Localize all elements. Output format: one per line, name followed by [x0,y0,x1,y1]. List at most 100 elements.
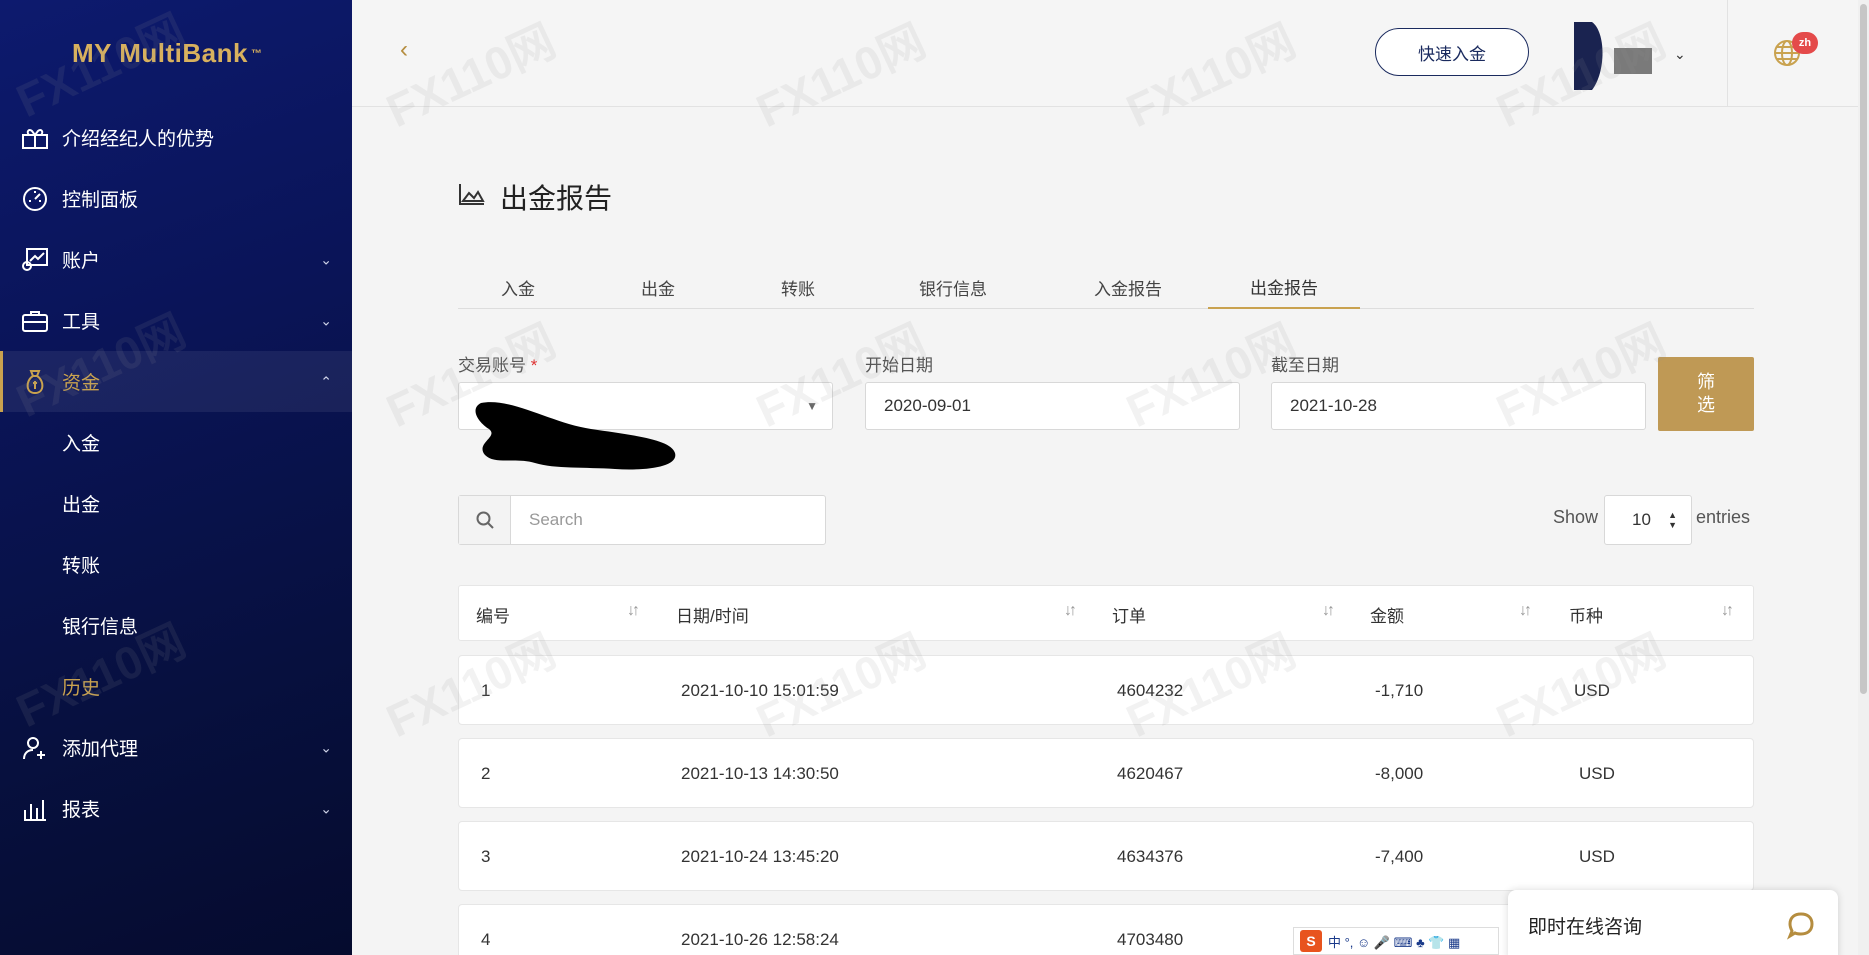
tab-transfer[interactable]: 转账 [738,265,858,309]
sidebar-item-reports[interactable]: 报表 ⌄ [0,778,352,839]
tab-withdraw-report[interactable]: 出金报告 [1208,265,1360,309]
live-chat-widget[interactable]: 即时在线咨询 [1508,890,1838,955]
chat-bubble-icon [1786,910,1816,946]
logo-mark: ™ [250,47,263,60]
cell-order: 4620467 [1117,764,1184,783]
end-date-field[interactable]: 2021-10-28 [1271,382,1646,430]
tab-withdraw[interactable]: 出金 [578,265,738,309]
subnav-item-deposit[interactable]: 入金 [0,412,352,473]
sort-icon[interactable]: ↓↑ [1322,602,1335,620]
account-chart-icon [20,247,50,273]
start-date-label: 开始日期 [865,356,933,375]
cell-datetime: 2021-10-10 15:01:59 [681,681,839,700]
updown-arrows-icon: ▲ ▼ [1668,510,1677,530]
table-row: 2 2021-10-13 14:30:50 4620467 -8,000 USD [458,738,1754,808]
cell-id: 4 [481,930,491,949]
sidebar: MY MultiBank ™ 介绍经纪人的优势 控制面板 账户 ⌄ 工具 ⌄ 资… [0,0,352,955]
page-scrollbar[interactable] [1858,0,1869,955]
sidebar-item-add-agent[interactable]: 添加代理 ⌄ [0,717,352,778]
tab-bank-info[interactable]: 银行信息 [858,265,1048,309]
entries-label: entries [1696,507,1751,527]
sort-icon[interactable]: ↓↑ [1064,602,1077,620]
filter-button-line1: 筛 [1697,371,1715,392]
search-box [458,495,826,545]
table-header: 编号 ↓↑ 日期/时间 ↓↑ 订单 ↓↑ 金额 ↓↑ 币种 ↓↑ [458,585,1754,641]
column-header-datetime[interactable]: 日期/时间 [676,586,749,642]
cell-currency: USD [1579,847,1615,866]
sort-icon[interactable]: ↓↑ [1519,602,1532,620]
cell-amount: -7,400 [1375,847,1424,866]
quick-deposit-button[interactable]: 快速入金 [1375,28,1529,76]
subnav-item-history[interactable]: 历史 [0,656,352,717]
chevron-up-icon: ⌃ [320,373,332,389]
sidebar-item-label: 添加代理 [62,739,139,760]
cell-order: 4634376 [1117,847,1184,866]
cell-currency: USD [1579,764,1615,783]
subnav-item-withdraw[interactable]: 出金 [0,473,352,534]
sidebar-nav-lower: 添加代理 ⌄ 报表 ⌄ [0,717,352,839]
chevron-down-icon: ⌄ [320,251,332,267]
sidebar-item-funds[interactable]: 资金 ⌃ [0,351,352,412]
column-header-currency[interactable]: 币种 [1569,586,1603,642]
sort-icon[interactable]: ↓↑ [1721,602,1734,620]
cell-amount: -1,710 [1375,681,1424,700]
subnav-item-transfer[interactable]: 转账 [0,534,352,595]
page-title-text: 出金报告 [500,183,613,214]
show-label: Show [1553,507,1599,527]
column-header-order[interactable]: 订单 [1112,586,1146,642]
sidebar-item-dashboard[interactable]: 控制面板 [0,168,352,229]
subnav-item-bank-info[interactable]: 银行信息 [0,595,352,656]
sort-icon[interactable]: ↓↑ [627,602,640,620]
required-mark: * [530,356,538,375]
cell-amount: -8,000 [1375,764,1424,783]
dropdown-caret-icon: ▼ [806,399,818,413]
user-menu-chevron-icon[interactable]: ⌄ [1674,46,1686,63]
money-bag-icon [20,369,50,395]
cell-datetime: 2021-10-24 13:45:20 [681,847,839,866]
ime-toolbar-icons: 中 °, ☺ 🎤 ⌨ ♣ 👕 ▦ [1328,934,1461,950]
sidebar-item-label: 工具 [62,312,101,333]
tab-deposit-report[interactable]: 入金报告 [1048,265,1208,309]
sidebar-nav: 介绍经纪人的优势 控制面板 账户 ⌄ 工具 ⌄ 资金 ⌃ [0,107,352,412]
redaction-mark [475,402,676,470]
language-badge: zh [1792,32,1818,54]
tab-deposit[interactable]: 入金 [458,265,578,309]
column-header-id[interactable]: 编号 [476,586,510,642]
sogou-logo-icon: S [1300,930,1322,952]
report-chart-icon [20,796,50,822]
tab-bar: 入金 出金 转账 银行信息 入金报告 出金报告 [458,265,1754,309]
cell-order: 4604232 [1117,681,1184,700]
cell-datetime: 2021-10-13 14:30:50 [681,764,839,783]
chevron-down-icon: ⌄ [320,739,332,755]
account-label-text: 交易账号 [458,356,526,375]
ime-toolbar[interactable]: S 中 °, ☺ 🎤 ⌨ ♣ 👕 ▦ [1293,927,1499,955]
avatar[interactable] [1574,22,1652,90]
search-icon[interactable] [459,496,511,544]
scrollbar-thumb[interactable] [1860,4,1867,694]
sidebar-item-tools[interactable]: 工具 ⌄ [0,290,352,351]
sidebar-item-label: 控制面板 [62,190,139,211]
column-header-amount[interactable]: 金额 [1370,586,1404,642]
sidebar-item-label: 账户 [62,251,101,272]
back-chevron-icon[interactable]: ‹ [400,36,408,64]
search-input[interactable] [511,496,825,544]
account-field-label: 交易账号 * [458,351,537,376]
gift-icon [20,125,50,151]
page-title: 出金报告 [458,177,612,217]
area-chart-icon [458,181,486,213]
start-date-field[interactable]: 2020-09-01 [865,382,1240,430]
account-select[interactable]: ▼ [458,382,833,470]
sidebar-item-label: 报表 [62,800,101,821]
cell-id: 1 [481,681,491,700]
chevron-down-icon: ⌄ [320,312,332,328]
sidebar-item-ib-advantages[interactable]: 介绍经纪人的优势 [0,107,352,168]
sidebar-item-account[interactable]: 账户 ⌄ [0,229,352,290]
cell-id: 3 [481,847,491,866]
filter-button[interactable]: 筛 选 [1658,357,1754,431]
topbar-divider [1727,0,1728,107]
entries-select[interactable]: 10 ▲ ▼ [1604,495,1692,545]
brand-logo[interactable]: MY MultiBank ™ [0,0,352,107]
entries-value: 10 [1632,510,1651,529]
sidebar-item-label: 资金 [62,373,101,394]
briefcase-icon [20,308,50,334]
